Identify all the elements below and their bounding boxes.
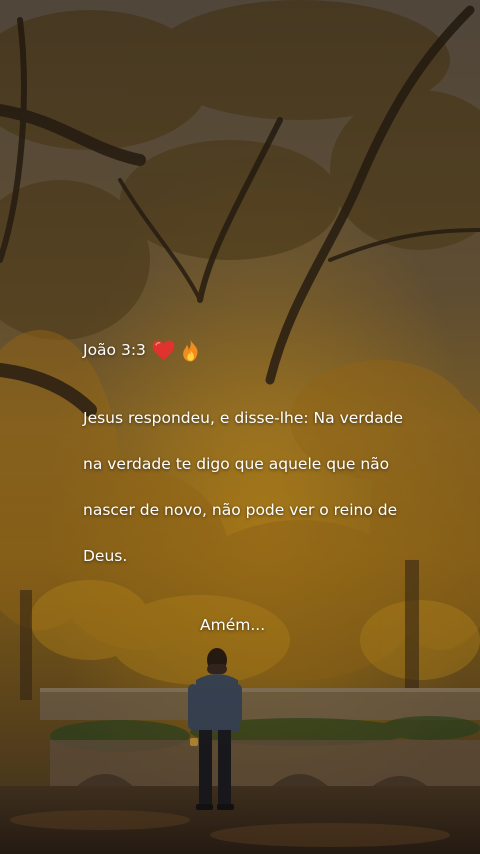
verse-line: Jesus respondeu, e disse-lhe: Na verdade — [83, 409, 404, 427]
verse-line: Deus. — [83, 547, 128, 565]
verse-text: Jesus respondeu, e disse-lhe: Na verdade… — [83, 384, 413, 591]
closing-text: Amém... — [200, 616, 266, 634]
verse-line: na verdade te digo que aquele que não — [83, 455, 390, 473]
verse-line: nascer de novo, não pode ver o reino de — [83, 501, 398, 519]
story-screen: João 3:3 Jesus respondeu, e disse-lhe: N… — [0, 0, 480, 854]
reference-line: João 3:3 — [83, 336, 413, 364]
heart-icon — [152, 340, 175, 360]
caption-overlay: João 3:3 Jesus respondeu, e disse-lhe: N… — [83, 336, 413, 637]
fire-icon — [183, 339, 198, 361]
bible-reference: João 3:3 — [83, 340, 146, 359]
